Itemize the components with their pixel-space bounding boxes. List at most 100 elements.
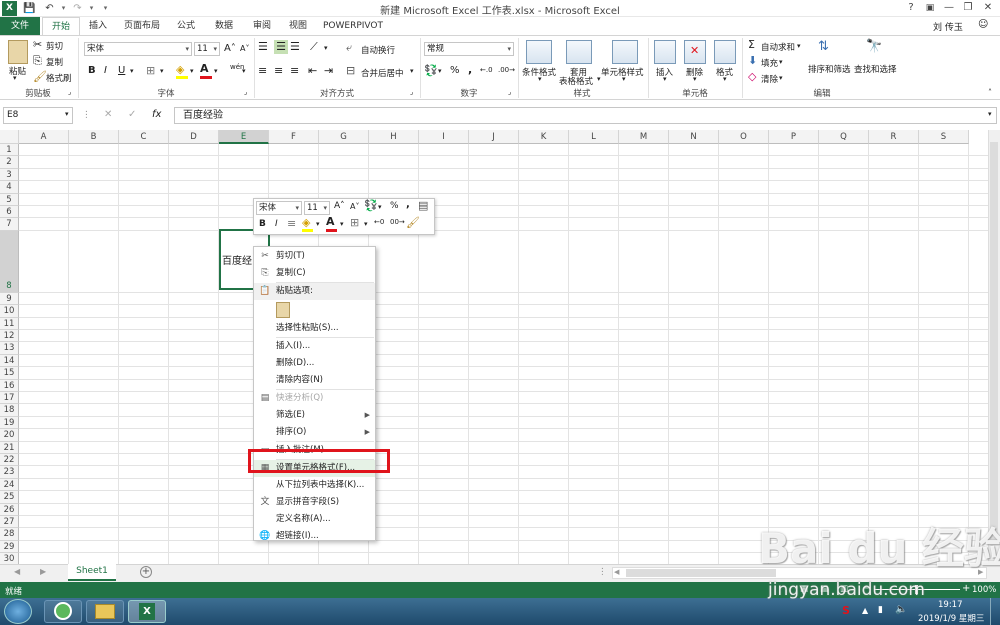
column-header[interactable]: A [19,130,69,144]
underline-button[interactable]: U [118,65,125,76]
font-size-combo[interactable]: 11 [194,42,220,56]
clear-dropdown-icon[interactable]: ▾ [779,74,783,82]
column-header[interactable]: G [319,130,369,144]
format-painter-button[interactable]: 格式刷 [46,72,72,84]
increase-indent-icon[interactable]: ⇥ [324,64,333,78]
context-menu-item[interactable]: 清除内容(N) [254,372,375,389]
grow-font-button[interactable]: A˄ [224,43,236,54]
mini-decrease-decimal-icon[interactable]: 00→ [390,218,405,226]
row-header[interactable]: 26 [0,503,19,516]
context-menu-item[interactable]: 筛选(E) ▶ [254,407,375,424]
row-header[interactable]: 13 [0,342,19,355]
vertical-scroll-thumb[interactable] [990,142,998,542]
column-header[interactable]: O [719,130,769,144]
cell-styles-dropdown-icon[interactable]: ▾ [622,75,626,83]
ribbon-display-options-button[interactable]: ▣ [921,0,939,16]
font-launcher-icon[interactable]: ⌟ [244,88,247,96]
context-menu-item[interactable]: 📋 粘贴选项: [254,283,375,300]
accounting-format-icon[interactable]: 💱 [424,64,438,78]
row-header[interactable]: 11 [0,317,19,330]
decrease-indent-icon[interactable]: ⇤ [308,64,317,78]
tab-data[interactable]: 数据 [206,17,242,35]
tab-powerpivot[interactable]: POWERPIVOT [318,17,388,35]
row-header[interactable]: 21 [0,441,19,454]
horizontal-scroll-thumb[interactable] [626,569,776,577]
mini-fill-color-icon[interactable]: ◈ [302,216,310,230]
column-header[interactable]: J [469,130,519,144]
row-header[interactable]: 9 [0,292,19,306]
tab-page-layout[interactable]: 页面布局 [118,17,166,35]
orientation-icon[interactable]: ⟋ [310,40,318,54]
font-name-combo[interactable]: 宋体 [84,42,192,56]
mini-format-painter-icon[interactable]: 🖌 [406,216,420,230]
conditional-dropdown-icon[interactable]: ▾ [538,75,542,83]
wrap-text-button[interactable]: 自动换行 [361,44,395,56]
shrink-font-button[interactable]: A˅ [240,44,249,53]
mini-borders-dropdown-icon[interactable]: ▾ [364,220,368,228]
column-header[interactable]: M [619,130,669,144]
mini-align-center-icon[interactable]: ≡ [287,217,296,231]
row-header[interactable]: 12 [0,330,19,343]
tab-file[interactable]: 文件 [0,17,40,35]
fill-color-dropdown-icon[interactable]: ▾ [190,67,194,75]
user-avatar-icon[interactable]: ☺ [978,19,988,30]
enter-button[interactable]: ✓ [128,109,136,120]
underline-dropdown-icon[interactable]: ▾ [130,67,134,75]
new-sheet-button[interactable]: + [140,566,152,578]
taskbar-time[interactable]: 19:17 [938,600,963,610]
row-header[interactable]: 22 [0,454,19,467]
row-header[interactable]: 2 [0,156,19,169]
font-color-dropdown-icon[interactable]: ▾ [214,67,218,75]
sort-filter-button[interactable]: 排序和筛选 [808,63,851,75]
borders-icon[interactable]: ⊞ [146,64,155,78]
name-box[interactable]: E8 [3,107,73,124]
context-menu-item[interactable]: 排序(O) ▶ [254,424,375,441]
accounting-dropdown-icon[interactable]: ▾ [438,67,442,75]
paste-dropdown-icon[interactable]: ▾ [13,74,17,82]
font-color-icon[interactable]: A [200,62,209,76]
column-header[interactable]: L [569,130,619,144]
row-header[interactable]: 5 [0,193,19,206]
start-button-icon[interactable] [4,599,32,624]
restore-button[interactable]: ❐ [959,0,977,16]
minimize-button[interactable]: — [940,0,958,16]
mini-format-icon[interactable]: ▤ [418,199,428,213]
comma-button[interactable]: , [468,63,472,76]
column-header[interactable]: Q [819,130,869,144]
row-header[interactable]: 18 [0,404,19,417]
italic-button[interactable]: I [104,65,107,76]
mini-font-color-dropdown-icon[interactable]: ▾ [340,220,344,228]
tab-view[interactable]: 视图 [280,17,316,35]
name-box-dropdown-icon[interactable]: ▾ [65,110,69,118]
align-bottom-icon[interactable]: ☰ [290,40,300,54]
mini-font-combo[interactable]: 宋体 [256,201,302,215]
sheet-tab-sheet1[interactable]: Sheet1 [68,564,116,581]
decrease-decimal-icon[interactable]: .00→ [498,66,515,74]
mini-grow-font-button[interactable]: A˄ [334,201,345,211]
zoom-in-button[interactable]: + [962,583,970,594]
column-header[interactable]: N [669,130,719,144]
align-top-icon[interactable]: ☰ [258,40,268,54]
column-header[interactable]: E [219,130,269,144]
mini-font-color-icon[interactable]: A [326,215,335,229]
column-header[interactable]: P [769,130,819,144]
column-header[interactable]: H [369,130,419,144]
orientation-dropdown-icon[interactable]: ▾ [324,44,328,52]
column-header[interactable]: D [169,130,219,144]
row-header[interactable]: 20 [0,429,19,442]
paste-icon[interactable] [8,40,28,64]
row-header[interactable]: 8 [0,230,19,293]
row-header[interactable]: 14 [0,354,19,368]
mini-accounting-dropdown-icon[interactable]: ▾ [378,203,382,211]
context-menu-item[interactable]: 定义名称(A)... [254,511,375,528]
mini-percent-button[interactable]: % [390,201,399,211]
mini-size-combo[interactable]: 11 [304,201,330,215]
fill-button[interactable]: 填充 [761,57,778,69]
expand-formula-bar-icon[interactable]: ▾ [988,110,992,118]
context-menu-item[interactable]: ⎘ 复制(C) [254,265,375,282]
user-name[interactable]: 刘 传玉 [933,20,963,33]
number-format-combo[interactable]: 常规 [424,42,514,56]
row-header[interactable]: 25 [0,491,19,504]
align-left-icon[interactable]: ≡ [258,64,267,78]
mini-bold-button[interactable]: B [259,219,266,229]
